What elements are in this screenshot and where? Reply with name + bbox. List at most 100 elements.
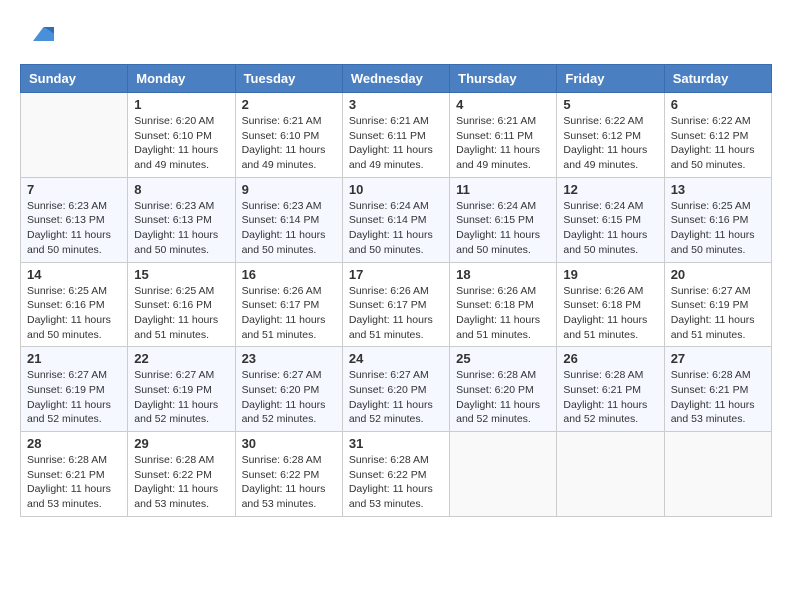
daylight-text: Daylight: 11 hours and 53 minutes. [671,399,755,426]
daylight-text: Daylight: 11 hours and 49 minutes. [456,144,540,171]
cell-info: Sunrise: 6:26 AMSunset: 6:17 PMDaylight:… [349,284,443,343]
sunrise-text: Sunrise: 6:28 AM [563,369,643,381]
calendar-cell: 28Sunrise: 6:28 AMSunset: 6:21 PMDayligh… [21,432,128,517]
sunset-text: Sunset: 6:11 PM [349,130,426,142]
sunrise-text: Sunrise: 6:22 AM [671,115,751,127]
calendar-cell: 25Sunrise: 6:28 AMSunset: 6:20 PMDayligh… [450,347,557,432]
calendar-cell: 4Sunrise: 6:21 AMSunset: 6:11 PMDaylight… [450,93,557,178]
cell-info: Sunrise: 6:27 AMSunset: 6:19 PMDaylight:… [671,284,765,343]
cell-info: Sunrise: 6:28 AMSunset: 6:21 PMDaylight:… [563,368,657,427]
date-number: 22 [134,351,228,366]
calendar-cell: 7Sunrise: 6:23 AMSunset: 6:13 PMDaylight… [21,177,128,262]
date-number: 6 [671,97,765,112]
daylight-text: Daylight: 11 hours and 53 minutes. [242,483,326,510]
date-number: 5 [563,97,657,112]
daylight-text: Daylight: 11 hours and 51 minutes. [349,314,433,341]
date-number: 23 [242,351,336,366]
cell-info: Sunrise: 6:27 AMSunset: 6:20 PMDaylight:… [242,368,336,427]
cell-info: Sunrise: 6:26 AMSunset: 6:18 PMDaylight:… [456,284,550,343]
calendar-cell: 8Sunrise: 6:23 AMSunset: 6:13 PMDaylight… [128,177,235,262]
calendar-week-2: 7Sunrise: 6:23 AMSunset: 6:13 PMDaylight… [21,177,772,262]
cell-info: Sunrise: 6:24 AMSunset: 6:14 PMDaylight:… [349,199,443,258]
calendar-cell: 15Sunrise: 6:25 AMSunset: 6:16 PMDayligh… [128,262,235,347]
sunrise-text: Sunrise: 6:20 AM [134,115,214,127]
date-number: 26 [563,351,657,366]
daylight-text: Daylight: 11 hours and 53 minutes. [27,483,111,510]
sunrise-text: Sunrise: 6:28 AM [671,369,751,381]
cell-info: Sunrise: 6:28 AMSunset: 6:21 PMDaylight:… [671,368,765,427]
calendar-cell: 18 Sunrise: 6:26 AMSunset: 6:18 PMDayligh… [450,262,557,347]
sunset-text: Sunset: 6:21 PM [27,469,105,481]
sunset-text: Sunset: 6:16 PM [27,299,105,311]
sunset-text: Sunset: 6:14 PM [349,214,427,226]
sunrise-text: Sunrise: 6:27 AM [134,369,214,381]
sunrise-text: Sunrise: 6:24 AM [563,200,643,212]
cell-info: Sunrise: 6:21 AMSunset: 6:11 PMDaylight:… [349,114,443,173]
sunset-text: Sunset: 6:12 PM [563,130,641,142]
sunrise-text: Sunrise: 6:25 AM [134,285,214,297]
cell-info: Sunrise: 6:21 AMSunset: 6:11 PMDaylight:… [456,114,550,173]
sunset-text: Sunset: 6:13 PM [27,214,105,226]
date-number: 12 [563,182,657,197]
day-header-friday: Friday [557,65,664,93]
sunrise-text: Sunrise: 6:26 AM [563,285,643,297]
daylight-text: Daylight: 11 hours and 50 minutes. [134,229,218,256]
date-number: 8 [134,182,228,197]
date-number: 15 [134,267,228,282]
daylight-text: Daylight: 11 hours and 50 minutes. [456,229,540,256]
sunset-text: Sunset: 6:16 PM [134,299,212,311]
calendar-cell: 5Sunrise: 6:22 AMSunset: 6:12 PMDaylight… [557,93,664,178]
calendar-table: SundayMondayTuesdayWednesdayThursdayFrid… [20,64,772,517]
cell-info: Sunrise: 6:28 AMSunset: 6:20 PMDaylight:… [456,368,550,427]
daylight-text: Daylight: 11 hours and 49 minutes. [242,144,326,171]
cell-info: Sunrise: 6:21 AMSunset: 6:10 PMDaylight:… [242,114,336,173]
sunset-text: Sunset: 6:22 PM [242,469,320,481]
cell-info: Sunrise: 6:26 AMSunset: 6:17 PMDaylight:… [242,284,336,343]
daylight-text: Daylight: 11 hours and 51 minutes. [456,314,540,341]
cell-info: Sunrise: 6:27 AMSunset: 6:19 PMDaylight:… [134,368,228,427]
logo [20,20,54,48]
sunset-text: Sunset: 6:17 PM [242,299,320,311]
day-header-monday: Monday [128,65,235,93]
calendar-cell [557,432,664,517]
sunrise-text: Sunrise: 6:22 AM [563,115,643,127]
date-number: 3 [349,97,443,112]
date-number: 17 [349,267,443,282]
date-number: 28 [27,436,121,451]
sunrise-text: Sunrise: 6:23 AM [27,200,107,212]
cell-info: Sunrise: 6:28 AMSunset: 6:22 PMDaylight:… [134,453,228,512]
sunrise-text: Sunrise: 6:21 AM [242,115,322,127]
logo-icon [26,20,54,48]
calendar-cell: 12 Sunrise: 6:24 AM Sunset: 6:15 PM Dayligh… [557,177,664,262]
cell-info: Sunrise: 6:25 AMSunset: 6:16 PMDaylight:… [134,284,228,343]
calendar-cell: 17 Sunrise: 6:26 AMSunset: 6:17 PMDayligh… [342,262,449,347]
day-header-thursday: Thursday [450,65,557,93]
daylight-text: Daylight: 11 hours and 52 minutes. [242,399,326,426]
sunset-text: Sunset: 6:15 PM [563,214,641,226]
sunrise-text: Sunrise: 6:27 AM [349,369,429,381]
sunset-text: Sunset: 6:21 PM [563,384,641,396]
daylight-text: Daylight: 11 hours and 52 minutes. [456,399,540,426]
cell-info: Sunrise: 6:25 AMSunset: 6:16 PMDaylight:… [671,199,765,258]
calendar-cell: 16Sunrise: 6:26 AMSunset: 6:17 PMDayligh… [235,262,342,347]
cell-info: Sunrise: 6:25 AMSunset: 6:16 PMDaylight:… [27,284,121,343]
date-number: 11 [456,182,550,197]
date-number: 29 [134,436,228,451]
date-number: 24 [349,351,443,366]
daylight-text: Daylight: 11 hours and 50 minutes. [563,229,647,256]
calendar-cell: 24Sunrise: 6:27 AMSunset: 6:20 PMDayligh… [342,347,449,432]
calendar-cell: 19Sunrise: 6:26 AMSunset: 6:18 PMDayligh… [557,262,664,347]
sunrise-text: Sunrise: 6:23 AM [134,200,214,212]
daylight-text: Daylight: 11 hours and 50 minutes. [27,314,111,341]
day-header-wednesday: Wednesday [342,65,449,93]
sunset-text: Sunset: 6:22 PM [349,469,427,481]
sunset-text: Sunset: 6:19 PM [671,299,749,311]
date-number: 18 [456,267,550,282]
calendar-cell: 21Sunrise: 6:27 AMSunset: 6:19 PMDayligh… [21,347,128,432]
calendar-cell: 26Sunrise: 6:28 AMSunset: 6:21 PMDayligh… [557,347,664,432]
sunset-text: Sunset: 6:17 PM [349,299,427,311]
daylight-text: Daylight: 11 hours and 50 minutes. [671,229,755,256]
calendar-cell [450,432,557,517]
calendar-cell: 10Sunrise: 6:24 AMSunset: 6:14 PMDayligh… [342,177,449,262]
sunrise-text: Sunrise: 6:28 AM [242,454,322,466]
